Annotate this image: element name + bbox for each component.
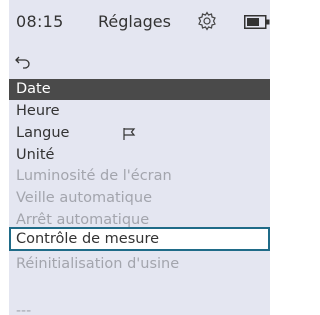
menu-item-label: Veille automatique — [16, 190, 153, 206]
menu-item-luminosite: Luminosité de l'écran — [9, 166, 270, 187]
battery-icon — [244, 15, 270, 29]
menu-item-unite[interactable]: Unité — [9, 145, 270, 166]
back-arrow-icon — [15, 56, 30, 69]
menu-item-reinitialisation: Réinitialisation d'usine — [9, 254, 270, 275]
menu-item-label: Contrôle de mesure — [16, 231, 160, 247]
more-items-indicator: --- — [16, 307, 32, 315]
back-button[interactable] — [9, 52, 270, 76]
menu-item-langue[interactable]: Langue — [9, 123, 270, 144]
settings-menu: Date Heure Langue Unité Luminosité de l'… — [9, 45, 270, 315]
menu-item-label: Réinitialisation d'usine — [16, 256, 180, 272]
gear-icon — [198, 11, 216, 31]
menu-item-label: Unité — [16, 147, 55, 163]
device-screen: 08:15 Réglages Date Heure Langue Unité L… — [6, 0, 270, 315]
menu-item-label: Langue — [16, 125, 70, 141]
menu-item-label: Luminosité de l'écran — [16, 168, 172, 184]
page-title: Réglages — [98, 12, 171, 31]
menu-item-label: Heure — [16, 103, 60, 119]
menu-item-veille-automatique: Veille automatique — [9, 188, 270, 209]
flag-icon — [123, 128, 136, 140]
menu-item-heure[interactable]: Heure — [9, 101, 270, 122]
menu-item-label: Date — [16, 81, 51, 97]
menu-item-label: Arrêt automatique — [16, 212, 150, 228]
clock-time: 08:15 — [16, 12, 64, 31]
status-bar: 08:15 Réglages — [9, 0, 270, 46]
menu-item-date[interactable]: Date — [9, 79, 270, 100]
menu-item-controle-de-mesure[interactable]: Contrôle de mesure — [9, 227, 270, 251]
